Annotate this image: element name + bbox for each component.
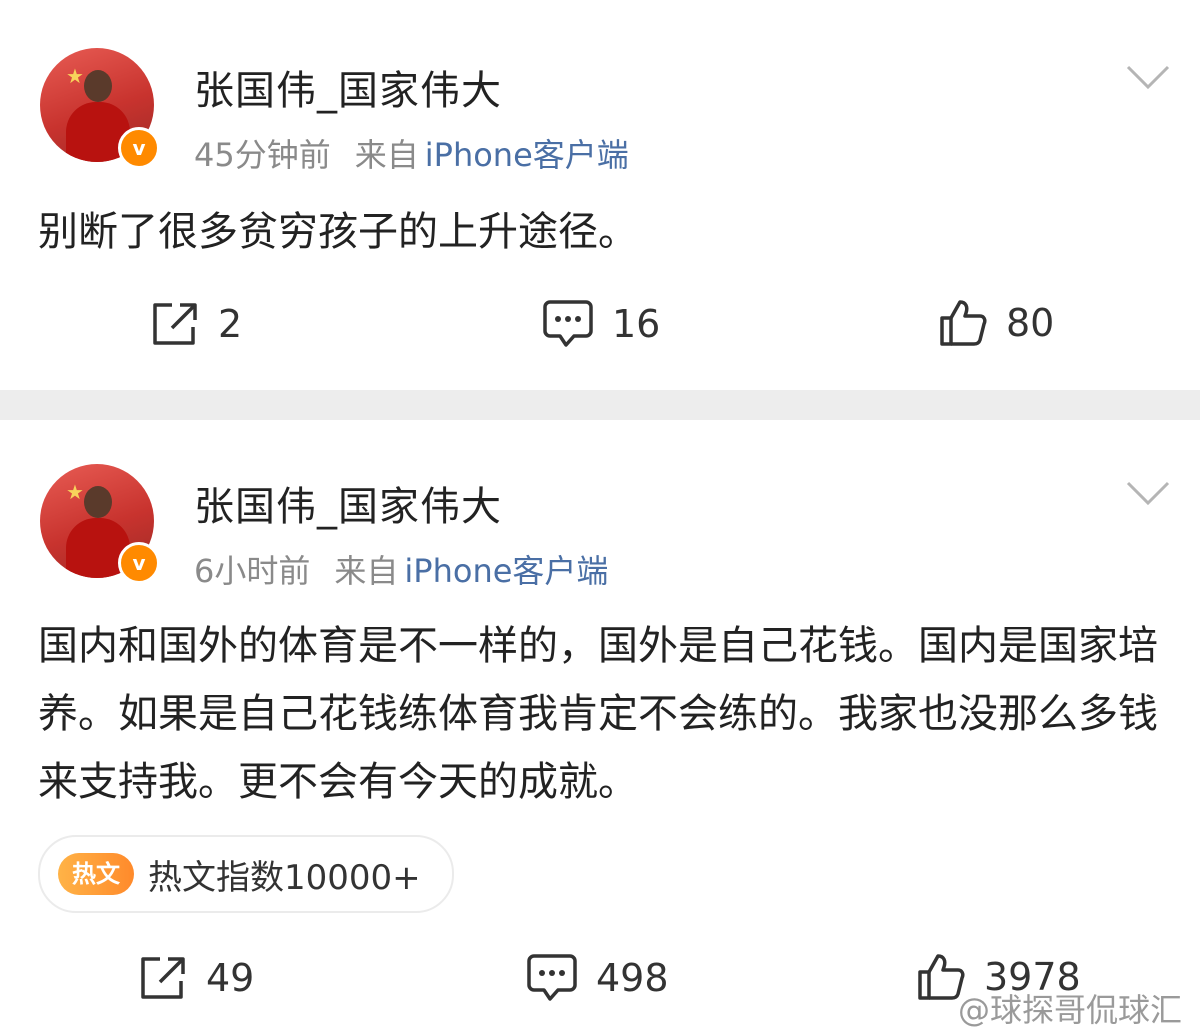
share-icon (141, 957, 185, 999)
post-divider (0, 390, 1200, 420)
comment-count: 16 (612, 302, 661, 346)
comment-button[interactable]: 498 (526, 952, 669, 1004)
flag-star-icon: ★ (66, 64, 84, 88)
post-meta: 45分钟前 来自 iPhone客户端 (194, 130, 629, 176)
avatar-head (84, 70, 112, 102)
comment-icon (543, 300, 593, 347)
weibo-post-2: ★ v 张国伟_国家伟大 6小时前 来自 iPhone客户端 国内和国外的体育是不一… (0, 420, 1200, 1033)
like-button[interactable]: 80 (938, 298, 1054, 348)
author-name[interactable]: 张国伟_国家伟大 (194, 474, 502, 532)
comment-button[interactable]: 16 (542, 298, 660, 350)
client-link[interactable]: iPhone客户端 (404, 552, 608, 590)
repost-count: 49 (206, 956, 255, 1000)
hot-tag: 热文 (58, 853, 134, 895)
watermark: @球探哥侃球汇 (958, 991, 1183, 1029)
like-icon (940, 300, 987, 346)
source-prefix: 来自 (334, 552, 399, 590)
comment-count: 498 (596, 956, 669, 1000)
repost-button[interactable]: 2 (150, 300, 242, 348)
post-text: 别断了很多贫穷孩子的上升途径。 (38, 209, 638, 255)
source-prefix: 来自 (354, 136, 419, 174)
verified-icon: v (118, 542, 160, 584)
post-time: 6小时前 (194, 552, 311, 590)
chevron-down-icon[interactable] (1126, 64, 1170, 90)
share-icon (153, 303, 197, 345)
hot-index-label: 热文指数10000+ (148, 857, 421, 898)
weibo-post-1: ★ v 张国伟_国家伟大 45分钟前 来自 iPhone客户端 别断了很多贫穷孩子的… (0, 0, 1200, 390)
like-count: 80 (1006, 301, 1055, 345)
chevron-down-icon[interactable] (1126, 480, 1170, 506)
comment-icon (527, 954, 577, 1001)
client-link[interactable]: iPhone客户端 (425, 136, 629, 174)
repost-button[interactable]: 49 (138, 954, 254, 1002)
hot-index-pill[interactable]: 热文 热文指数10000+ (38, 835, 454, 913)
post-meta: 6小时前 来自 iPhone客户端 (194, 546, 608, 592)
avatar-head (84, 486, 112, 518)
post-text: 国内和国外的体育是不一样的，国外是自己花钱。国内是国家培养。如果是自己花钱练体育… (38, 623, 1158, 805)
flag-star-icon: ★ (66, 480, 84, 504)
repost-count: 2 (218, 302, 243, 346)
author-name[interactable]: 张国伟_国家伟大 (194, 58, 502, 116)
verified-icon: v (118, 127, 160, 169)
post-time: 45分钟前 (194, 136, 331, 174)
